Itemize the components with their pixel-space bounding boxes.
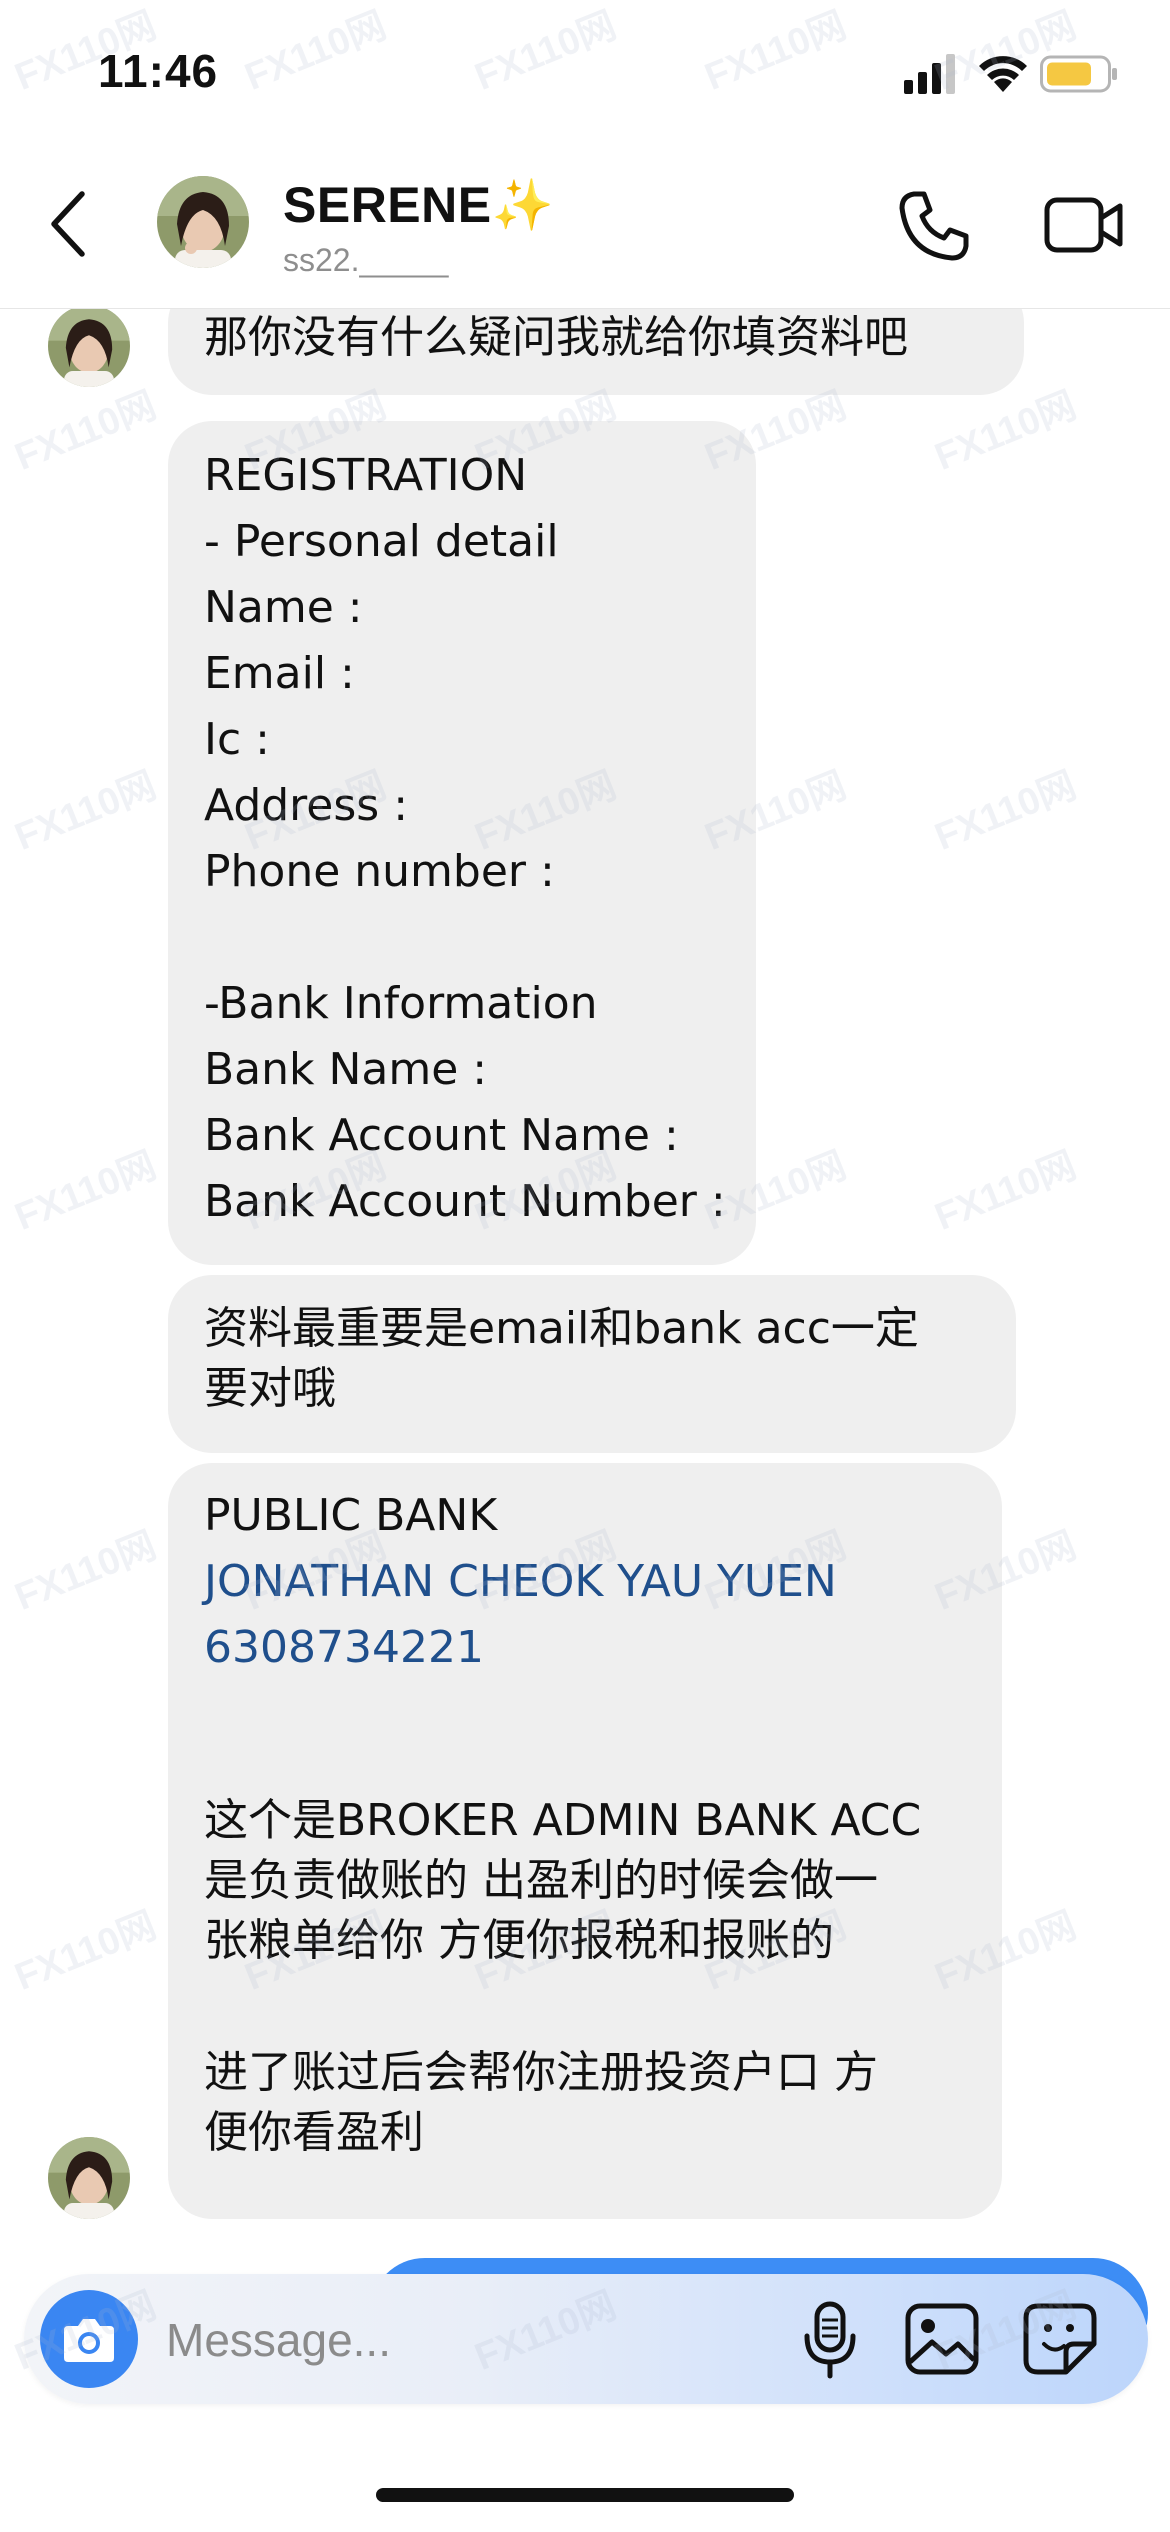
message-text: Email :	[204, 648, 355, 699]
message-bubble[interactable]: 资料最重要是email和bank acc一定 要对哦	[168, 1275, 1016, 1453]
message-bubble[interactable]: 那你没有什么疑问我就给你填资料吧	[168, 309, 1024, 395]
sticker-icon[interactable]	[1022, 2302, 1098, 2376]
message-bubble[interactable]: REGISTRATION - Personal detail Name : Em…	[168, 421, 756, 1265]
chat-header: SERENE✨ ss22._____	[0, 140, 1170, 309]
message-text: -Bank Information	[204, 978, 598, 1029]
battery-icon	[1040, 55, 1117, 93]
account-name-link[interactable]: JONATHAN CHEOK YAU YUEN	[204, 1549, 966, 1615]
message-text: Phone number :	[204, 846, 555, 897]
message-text: 要对哦	[204, 1363, 336, 1414]
message-text: Address :	[204, 780, 409, 831]
contact-username: ss22._____	[283, 242, 449, 278]
status-bar: 11:46	[0, 0, 1170, 140]
message-bubble[interactable]: PUBLIC BANK JONATHAN CHEOK YAU YUEN 6308…	[168, 1463, 1002, 2219]
message-text: REGISTRATION	[204, 450, 528, 501]
avatar[interactable]	[157, 176, 249, 268]
phone-icon[interactable]	[896, 188, 972, 264]
message-composer	[24, 2274, 1148, 2404]
bank-name: PUBLIC BANK	[204, 1490, 498, 1541]
avatar[interactable]	[48, 2137, 130, 2219]
message-text: Bank Account Number :	[204, 1176, 726, 1227]
contact-name[interactable]: SERENE✨	[283, 176, 554, 235]
home-indicator[interactable]	[376, 2488, 794, 2502]
camera-button[interactable]	[40, 2290, 138, 2388]
message-text: 进了账过后会帮你注册投资户口 方	[204, 2047, 878, 2098]
avatar-image	[48, 2137, 130, 2219]
wifi-icon	[979, 56, 1027, 92]
message-thread[interactable]: 那你没有什么疑问我就给你填资料吧 REGISTRATION - Personal…	[0, 309, 1170, 2239]
message-text: - Personal detail	[204, 516, 559, 567]
message-text: 这个是BROKER ADMIN BANK ACC	[204, 1795, 922, 1846]
camera-icon	[64, 2319, 114, 2362]
message-text: 那你没有什么疑问我就给你填资料吧	[204, 312, 908, 363]
message-text: Name :	[204, 582, 363, 633]
video-icon[interactable]	[1044, 192, 1124, 258]
back-icon[interactable]	[46, 188, 94, 260]
avatar-image	[157, 176, 249, 268]
gallery-icon[interactable]	[904, 2302, 980, 2376]
message-text: Bank Name :	[204, 1044, 488, 1095]
message-text: 张粮单给你 方便你报税和报账的	[204, 1915, 834, 1966]
avatar[interactable]	[48, 309, 130, 387]
message-input[interactable]	[164, 2302, 788, 2378]
message-text: 资料最重要是email和bank acc一定	[204, 1303, 919, 1354]
message-text: Bank Account Name :	[204, 1110, 679, 1161]
message-text: Ic :	[204, 714, 270, 765]
microphone-icon[interactable]	[800, 2300, 860, 2380]
message-text: 是负责做账的 出盈利的时候会做一	[204, 1855, 878, 1906]
message-text: 便你看盈利	[204, 2107, 424, 2158]
status-time: 11:46	[98, 45, 219, 97]
account-number-link[interactable]: 6308734221	[204, 1615, 966, 1681]
signal-icon	[904, 54, 955, 94]
avatar-image	[48, 309, 130, 387]
